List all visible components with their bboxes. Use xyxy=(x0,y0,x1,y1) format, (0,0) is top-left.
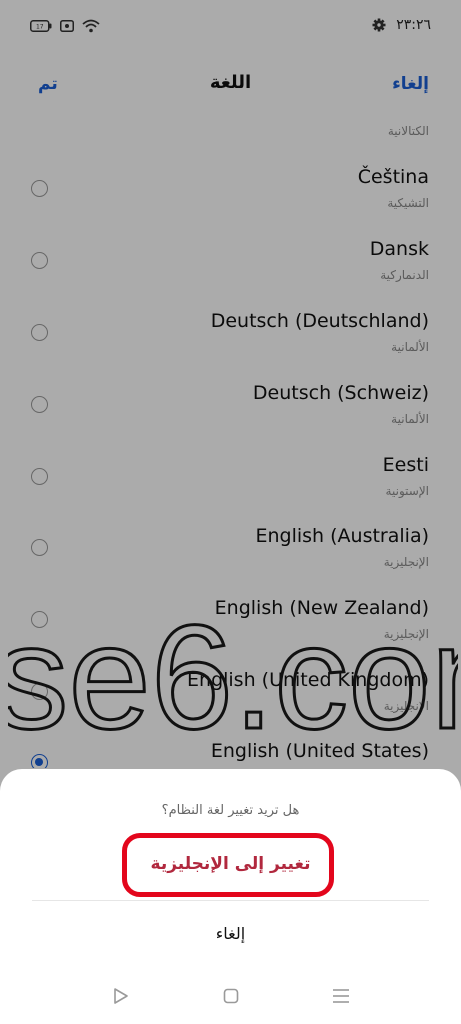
watermark-text: bse6.com xyxy=(8,595,458,760)
recents-icon[interactable] xyxy=(321,974,361,1018)
dialog-cancel-button[interactable]: إلغاء xyxy=(0,924,461,943)
back-icon[interactable] xyxy=(101,974,141,1018)
home-icon[interactable] xyxy=(211,974,251,1018)
dialog-question: هل تريد تغيير لغة النظام؟ xyxy=(161,803,300,818)
divider xyxy=(32,900,429,901)
watermark-logo: bse6.com xyxy=(8,594,458,762)
navigation-bar xyxy=(0,974,461,1018)
change-language-button[interactable]: تغيير إلى الإنجليزية xyxy=(0,854,461,874)
